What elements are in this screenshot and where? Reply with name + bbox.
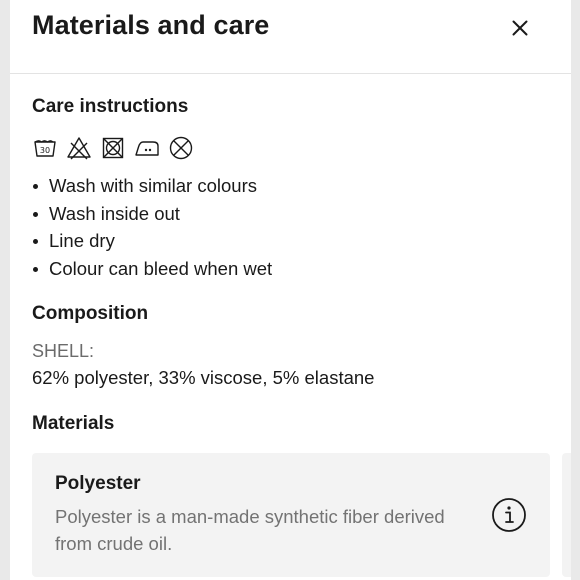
list-item: Wash with similar colours — [32, 174, 272, 202]
material-card-description: Polyester is a man-made synthetic fiber … — [55, 506, 445, 554]
care-symbols: 30 — [32, 135, 194, 161]
page-title: Materials and care — [32, 10, 270, 40]
materials-heading: Materials — [32, 413, 115, 434]
material-card-title: Polyester — [55, 473, 141, 494]
list-item: Line dry — [32, 229, 272, 257]
list-item: Wash inside out — [32, 202, 272, 230]
do-not-bleach-icon — [66, 135, 92, 161]
wash-30-icon: 30 — [32, 135, 58, 161]
care-instructions-list: Wash with similar colours Wash inside ou… — [32, 174, 272, 284]
care-instructions-heading: Care instructions — [32, 96, 189, 117]
list-item: Colour can bleed when wet — [32, 257, 272, 285]
do-not-tumble-dry-icon — [100, 135, 126, 161]
material-card-polyester: Polyester Polyester is a man-made synthe… — [32, 453, 550, 577]
materials-care-sheet: Materials and care Care instructions 30 — [10, 0, 571, 580]
iron-medium-icon — [134, 135, 160, 161]
info-icon — [492, 498, 526, 532]
close-button[interactable] — [507, 15, 533, 41]
composition-value: 62% polyester, 33% viscose, 5% elastane — [32, 367, 375, 388]
material-card-next[interactable] — [562, 453, 571, 577]
do-not-dry-clean-icon — [168, 135, 194, 161]
sheet-header: Materials and care — [10, 0, 571, 74]
wash-temperature-label: 30 — [40, 146, 50, 155]
info-button[interactable] — [491, 497, 527, 533]
composition-label: SHELL: — [32, 341, 95, 361]
close-icon — [512, 20, 528, 36]
composition-heading: Composition — [32, 303, 149, 324]
